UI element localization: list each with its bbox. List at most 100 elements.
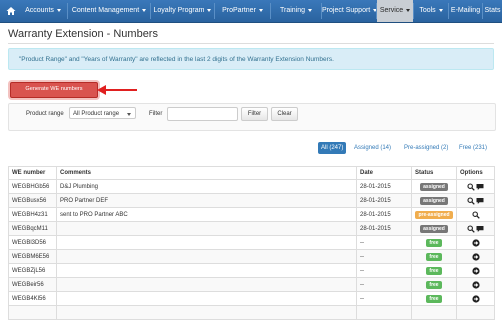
we-number-cell: WEGBHGb56	[8, 179, 57, 194]
status-badge: free	[426, 294, 442, 303]
annotation-arrow-icon	[97, 85, 137, 95]
status-cell: pre-assigned	[411, 207, 457, 222]
nav-item-project-support[interactable]: Project Support	[322, 0, 378, 22]
nav-item-service[interactable]: Service	[377, 0, 413, 22]
arrow-right-circle-icon[interactable]	[471, 266, 480, 275]
chevron-down-icon	[258, 8, 263, 12]
we-numbers-table: WE number Comments Date Status Options W…	[8, 166, 495, 320]
arrow-right-circle-icon[interactable]	[471, 294, 480, 303]
column-header[interactable]: Comments	[56, 166, 357, 180]
options-cell	[456, 291, 495, 306]
comment-cell	[56, 291, 357, 306]
status-cell: assigned	[411, 179, 457, 194]
status-cell: free	[411, 249, 457, 264]
nav-separator	[376, 3, 377, 19]
zoom-icon[interactable]	[467, 196, 475, 205]
tab-all[interactable]: All (247)	[318, 142, 347, 154]
tab-free[interactable]: Free (231)	[459, 142, 487, 154]
we-number-cell: WEGBqcM11	[8, 221, 57, 236]
zoom-icon[interactable]	[467, 182, 475, 191]
nav-separator	[321, 3, 322, 19]
nav-separator	[482, 3, 483, 19]
table-row: WEGB4Kl56 -- free	[8, 291, 495, 306]
nav-item-stats[interactable]: Stats	[483, 0, 502, 22]
date-cell: --	[356, 277, 412, 292]
status-cell: assigned	[411, 193, 457, 208]
status-cell: assigned	[411, 221, 457, 236]
comment-icon[interactable]	[476, 225, 484, 233]
options-cell	[456, 207, 495, 222]
filter-button[interactable]: Filter	[241, 107, 268, 121]
column-header[interactable]: Date	[356, 166, 412, 180]
chevron-down-icon	[207, 8, 212, 12]
arrow-right-circle-icon[interactable]	[471, 252, 480, 261]
filter-input[interactable]	[167, 107, 238, 121]
status-badge: assigned	[420, 196, 448, 205]
nav-item-content-management[interactable]: Content Management	[68, 0, 150, 22]
we-number-cell: WEGBZjL56	[8, 263, 57, 278]
table-row: WEGBl3D56 -- free	[8, 235, 495, 250]
generate-we-numbers-button[interactable]: Generate WE numbers	[10, 82, 98, 98]
column-header: Options	[456, 166, 495, 180]
nav-item-propartner[interactable]: ProPartner	[215, 0, 270, 22]
we-number-cell: WEGB4Kl56	[8, 291, 57, 306]
nav-item-training[interactable]: Training	[271, 0, 321, 22]
column-header[interactable]: WE number	[8, 166, 57, 180]
nav-item-label: Tools	[419, 7, 436, 14]
table-row: WEGBM6E56 -- free	[8, 249, 495, 264]
nav-item-tools[interactable]: Tools	[414, 0, 448, 22]
status-badge: free	[426, 266, 442, 275]
nav-item-label: E-Mailing	[450, 7, 481, 14]
nav-item-label: ProPartner	[222, 7, 256, 14]
chevron-down-icon	[308, 8, 313, 12]
arrow-right-circle-icon[interactable]	[471, 280, 480, 289]
status-badge: free	[426, 252, 442, 261]
product-range-select[interactable]: All Product range	[69, 107, 136, 119]
we-number-cell: WEGBH4z31	[8, 207, 57, 222]
date-cell: --	[356, 291, 412, 306]
table-row: WEGBusx56 PRO Partner DEF 28-01-2015 assign…	[8, 193, 495, 208]
table-row: WEGBeir56 -- free	[8, 277, 495, 292]
home-icon[interactable]	[6, 6, 16, 16]
nav-item-loyalty-program[interactable]: Loyalty Program	[151, 0, 214, 22]
zoom-icon[interactable]	[467, 224, 475, 233]
we-number-cell: WEGBusx56	[8, 193, 57, 208]
comment-cell: sent to PRO Partner ABC	[56, 207, 357, 222]
chevron-down-icon	[438, 8, 443, 12]
chevron-down-icon	[142, 8, 147, 12]
nav-item-label: Loyalty Program	[153, 7, 205, 14]
comment-cell: D&J Plumbing	[56, 179, 357, 194]
page-title: Warranty Extension - Numbers	[8, 28, 158, 40]
comment-cell	[56, 235, 357, 250]
date-cell: 28-01-2015	[356, 193, 412, 208]
comment-icon[interactable]	[476, 183, 484, 191]
status-cell: free	[411, 263, 457, 278]
status-badge: free	[426, 280, 442, 289]
nav-item-e-mailing[interactable]: E-Mailing	[449, 0, 482, 22]
nav-item-label: Content Management	[71, 7, 140, 14]
date-cell: 28-01-2015	[356, 179, 412, 194]
nav-separator	[67, 3, 68, 19]
nav-item-accounts[interactable]: Accounts	[19, 0, 67, 22]
arrow-right-circle-icon[interactable]	[471, 238, 480, 247]
table-row: WEGBZjL56 -- free	[8, 263, 495, 278]
options-cell	[456, 221, 495, 236]
zoom-icon[interactable]	[471, 210, 480, 219]
clear-button[interactable]: Clear	[271, 107, 298, 121]
tab-pre-assigned[interactable]: Pre-assigned (2)	[404, 142, 448, 154]
nav-item-label: Accounts	[25, 7, 54, 14]
nav-separator	[270, 3, 271, 19]
filter-label: Filter	[149, 111, 163, 117]
date-cell: --	[356, 249, 412, 264]
nav-separator	[413, 3, 414, 19]
comment-cell: PRO Partner DEF	[56, 193, 357, 208]
nav-item-label: Service	[379, 7, 404, 14]
options-cell	[456, 277, 495, 292]
date-cell: --	[356, 263, 412, 278]
column-header[interactable]: Status	[411, 166, 457, 180]
tab-assigned[interactable]: Assigned (14)	[354, 142, 391, 154]
comment-cell	[56, 221, 357, 236]
options-cell	[456, 235, 495, 250]
options-cell	[456, 179, 495, 194]
comment-icon[interactable]	[476, 197, 484, 205]
